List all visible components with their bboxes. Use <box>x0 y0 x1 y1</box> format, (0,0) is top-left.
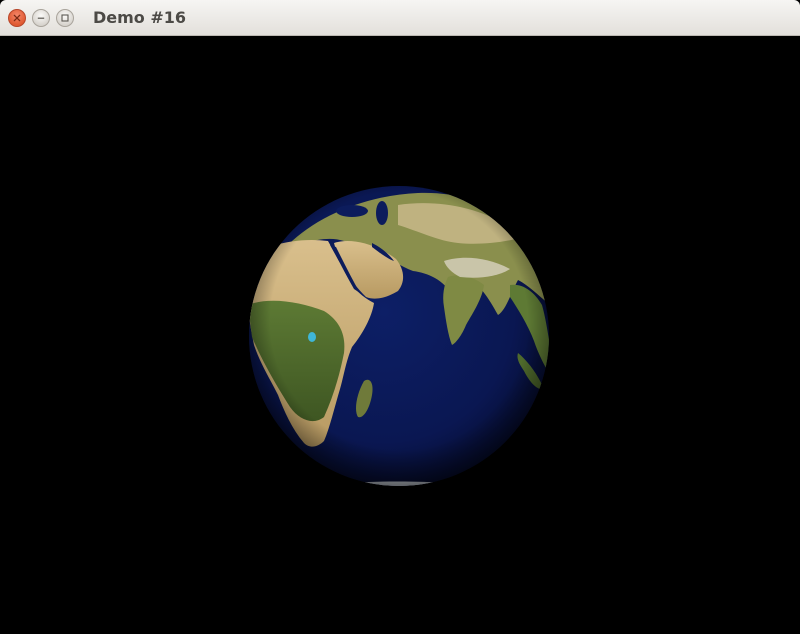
close-icon <box>13 14 21 22</box>
australia-edge <box>536 407 549 445</box>
maximize-icon <box>61 14 69 22</box>
window-title: Demo #16 <box>93 8 187 27</box>
globe-shading <box>249 186 549 486</box>
minimize-button[interactable] <box>32 9 50 27</box>
render-canvas[interactable] <box>0 36 800 634</box>
window-controls <box>8 9 74 27</box>
title-bar[interactable]: Demo #16 <box>0 0 800 36</box>
minimize-icon <box>37 17 45 19</box>
maximize-button[interactable] <box>56 9 74 27</box>
earth-globe <box>249 186 549 486</box>
app-window: Demo #16 <box>0 0 800 634</box>
close-button[interactable] <box>8 9 26 27</box>
